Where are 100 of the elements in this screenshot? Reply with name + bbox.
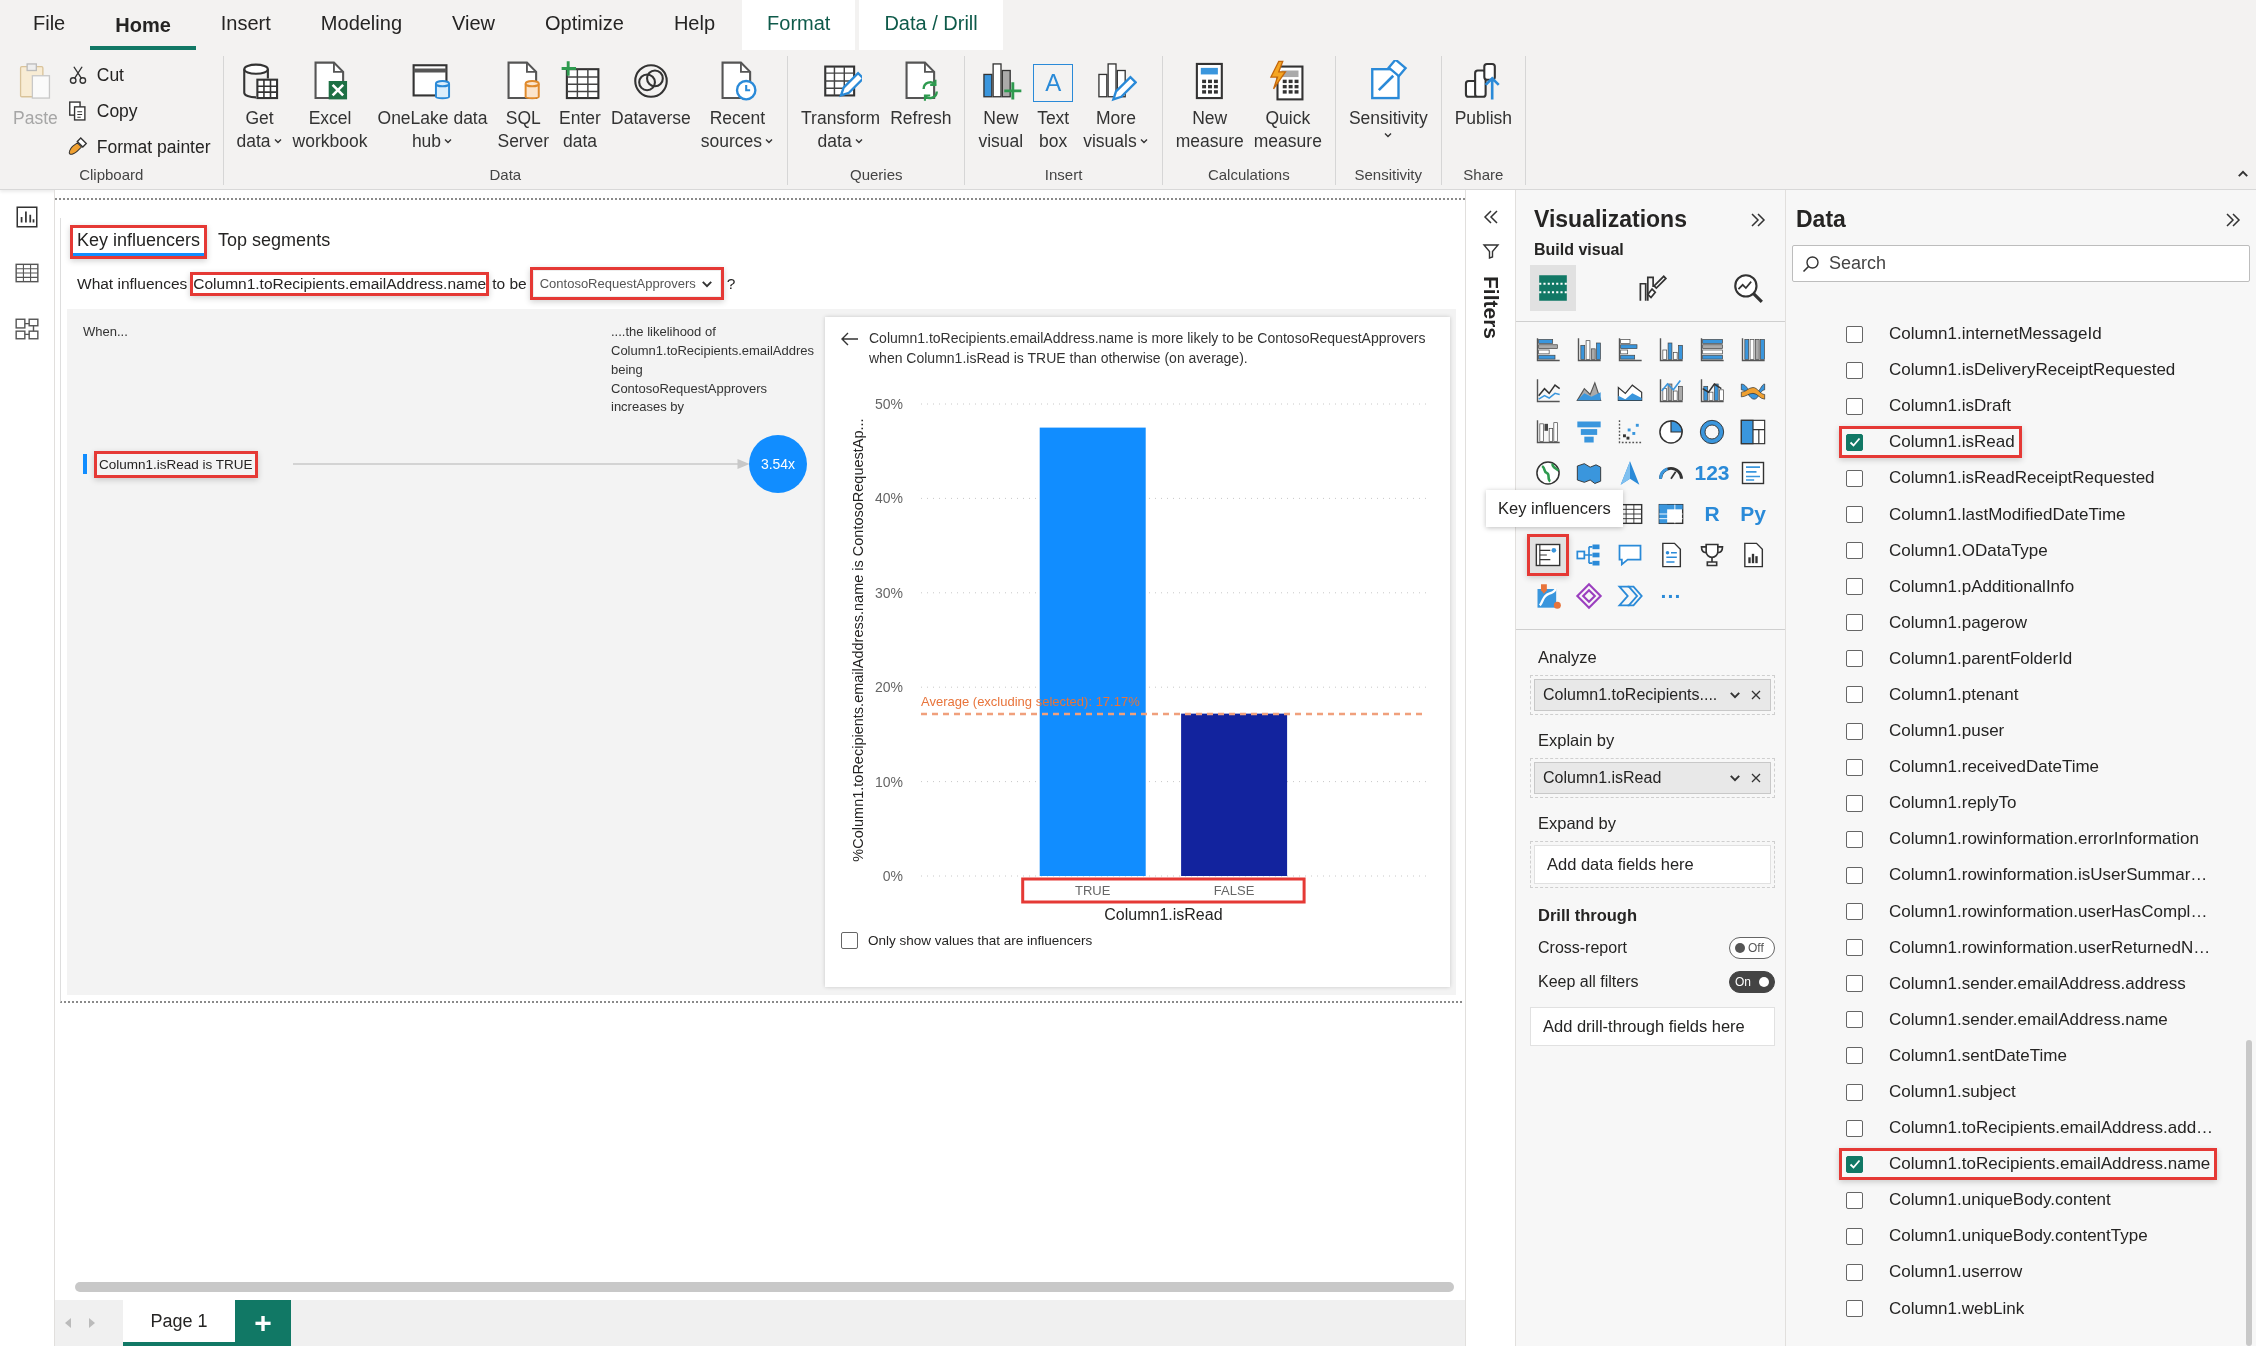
field-pill[interactable]: Column1.isRead <box>1534 762 1771 794</box>
checkbox[interactable] <box>1846 866 1863 884</box>
checkbox[interactable] <box>1846 469 1863 487</box>
field-name[interactable]: Column1.internetMessageId <box>1889 324 2102 345</box>
visual-tab[interactable]: Top segments <box>214 228 335 256</box>
ribbon-tab[interactable]: Help <box>648 0 741 50</box>
field-name[interactable]: Column1.ODataType <box>1889 540 2048 561</box>
ribbon-button[interactable]: More visuals <box>1078 56 1154 157</box>
checkbox[interactable] <box>1846 578 1863 596</box>
ribbon-button[interactable]: Format painter <box>62 130 215 164</box>
checkbox[interactable] <box>1846 361 1863 379</box>
view-button[interactable] <box>14 316 40 342</box>
checkbox[interactable] <box>1846 975 1863 993</box>
double-chevron-right-icon[interactable] <box>1749 210 1767 229</box>
field-name[interactable]: Column1.isDraft <box>1889 396 2011 417</box>
field-name[interactable]: Column1.webLink <box>1889 1298 2025 1319</box>
ribbon-tab[interactable]: Modeling <box>295 0 427 50</box>
field-name[interactable]: Column1.parentFolderId <box>1889 648 2073 669</box>
drop-field[interactable]: Add data fields here <box>1534 845 1771 884</box>
ribbon-button[interactable]: Enter data <box>554 56 606 157</box>
field-name[interactable]: Column1.isRead <box>1889 432 2015 453</box>
checkbox[interactable] <box>1846 1119 1863 1137</box>
field-name[interactable]: Column1.ptenant <box>1889 685 2019 705</box>
ribbon-button[interactable]: Recent sources <box>695 56 780 157</box>
checkbox[interactable] <box>1846 722 1863 740</box>
ribbon-tab[interactable]: Data / Drill <box>859 0 1003 50</box>
search-field[interactable]: Search <box>1792 245 2250 282</box>
checkbox[interactable] <box>1846 1047 1863 1065</box>
field-pill[interactable]: Column1.toRecipients.... <box>1534 679 1771 711</box>
field-name[interactable]: Column1.receivedDateTime <box>1889 757 2100 778</box>
checkbox[interactable] <box>1846 506 1863 523</box>
value-dropdown[interactable]: ContosoRequestApprovers <box>532 270 721 297</box>
checkbox[interactable] <box>1846 614 1863 632</box>
field-name[interactable]: Column1.rowinformation.userReturnedN… <box>1889 937 2211 958</box>
ribbon-button[interactable]: Refresh <box>885 56 957 134</box>
pane-title[interactable]: Filters <box>1478 276 1503 340</box>
field-name[interactable]: Column1.rowinformation.isUserSummar… <box>1889 865 2208 886</box>
checkbox[interactable] <box>1846 1011 1863 1029</box>
ribbon-tab[interactable]: Home <box>90 0 196 50</box>
horizontal-scrollbar[interactable] <box>75 1282 1454 1292</box>
ribbon-button[interactable]: Transform data <box>796 56 886 157</box>
field-name[interactable]: Column1.userrow <box>1889 1262 2023 1283</box>
field-name[interactable]: Column1.rowinformation.userHasCompl… <box>1889 901 2208 922</box>
ribbon-button[interactable]: New measure <box>1170 56 1249 157</box>
checkbox[interactable] <box>1846 542 1863 560</box>
field-name[interactable]: Column1.isReadReceiptRequested <box>1889 468 2155 489</box>
ribbon-button[interactable]: A Text box <box>1028 56 1079 157</box>
field-name[interactable]: Column1.toRecipients.emailAddress.add… <box>1889 1118 2214 1139</box>
field-name[interactable]: Column1.isDeliveryReceiptRequested <box>1889 360 2176 381</box>
ribbon-button[interactable]: New visual <box>973 56 1029 157</box>
ribbon-button[interactable]: Excel workbook <box>287 56 373 157</box>
checkbox-label[interactable]: Only show values that are influencers <box>868 933 1093 949</box>
ribbon-button[interactable]: Cut <box>62 58 215 92</box>
checkbox[interactable] <box>1846 686 1863 704</box>
drop-field[interactable]: Add drill-through fields here <box>1530 1007 1775 1046</box>
field-name[interactable]: Column1.rowinformation.errorInformation <box>1889 829 2199 850</box>
checkbox[interactable] <box>1846 794 1863 812</box>
close-icon[interactable] <box>1750 772 1762 784</box>
checkbox[interactable] <box>1846 325 1863 343</box>
field-name[interactable]: Column1.replyTo <box>1889 793 2017 814</box>
checkbox[interactable] <box>1846 1300 1863 1318</box>
ribbon-tab[interactable]: File <box>8 0 91 50</box>
ribbon-tab[interactable]: Insert <box>195 0 296 50</box>
field-name[interactable]: Column1.puser <box>1889 721 2005 742</box>
ribbon-tab[interactable]: Format <box>742 0 856 50</box>
checkbox[interactable] <box>1846 1264 1863 1281</box>
ribbon-button[interactable]: OneLake data hub <box>372 56 493 157</box>
field-name[interactable]: Column1.pAdditionalInfo <box>1889 576 2075 597</box>
checkbox[interactable] <box>1846 1155 1863 1173</box>
field-name[interactable]: Column1.toRecipients.emailAddress.name <box>1889 1154 2211 1175</box>
visual-type-button[interactable] <box>1530 537 1566 573</box>
double-chevron-right-icon[interactable] <box>2224 210 2242 229</box>
checkbox[interactable] <box>1846 758 1863 776</box>
checkbox[interactable] <box>841 932 858 950</box>
page-tab[interactable]: Page 1 <box>123 1300 235 1346</box>
ribbon-button[interactable]: Quick measure <box>1248 56 1327 157</box>
ribbon-button[interactable]: Sensitivity <box>1343 56 1433 144</box>
ribbon-button[interactable]: Dataverse <box>606 56 696 134</box>
visual-tab[interactable]: Key influencers <box>73 228 205 256</box>
field-name[interactable]: Column1.sender.emailAddress.name <box>1889 1009 2168 1030</box>
double-chevron-left-icon[interactable] <box>1481 208 1500 226</box>
field-name[interactable]: Column1.sentDateTime <box>1889 1045 2067 1066</box>
bar[interactable] <box>1181 713 1288 877</box>
back-arrow-icon[interactable] <box>841 332 859 346</box>
ribbon-button[interactable]: Publish <box>1449 56 1518 134</box>
close-icon[interactable] <box>1750 689 1762 701</box>
checkbox[interactable] <box>1846 1083 1863 1101</box>
field-name[interactable]: Column1.pagerow <box>1889 612 2027 633</box>
ribbon-tab[interactable]: Optimize <box>520 0 649 50</box>
checkbox[interactable] <box>1846 397 1863 415</box>
field-name[interactable]: Column1.lastModifiedDateTime <box>1889 504 2126 525</box>
influencer-label[interactable]: Column1.isRead is TRUE <box>97 453 255 475</box>
field-name[interactable]: Column1.sender.emailAddress.address <box>1889 973 2186 994</box>
field-name[interactable]: Column1.uniqueBody.contentType <box>1889 1226 2148 1247</box>
ribbon-button[interactable]: Get data <box>231 56 288 157</box>
field-name[interactable]: Column1.subject <box>1889 1082 2016 1102</box>
vertical-scrollbar[interactable] <box>2246 1040 2252 1346</box>
checkbox[interactable] <box>1846 433 1863 451</box>
checkbox[interactable] <box>1846 903 1863 921</box>
add-page-button[interactable]: + <box>235 1300 291 1346</box>
